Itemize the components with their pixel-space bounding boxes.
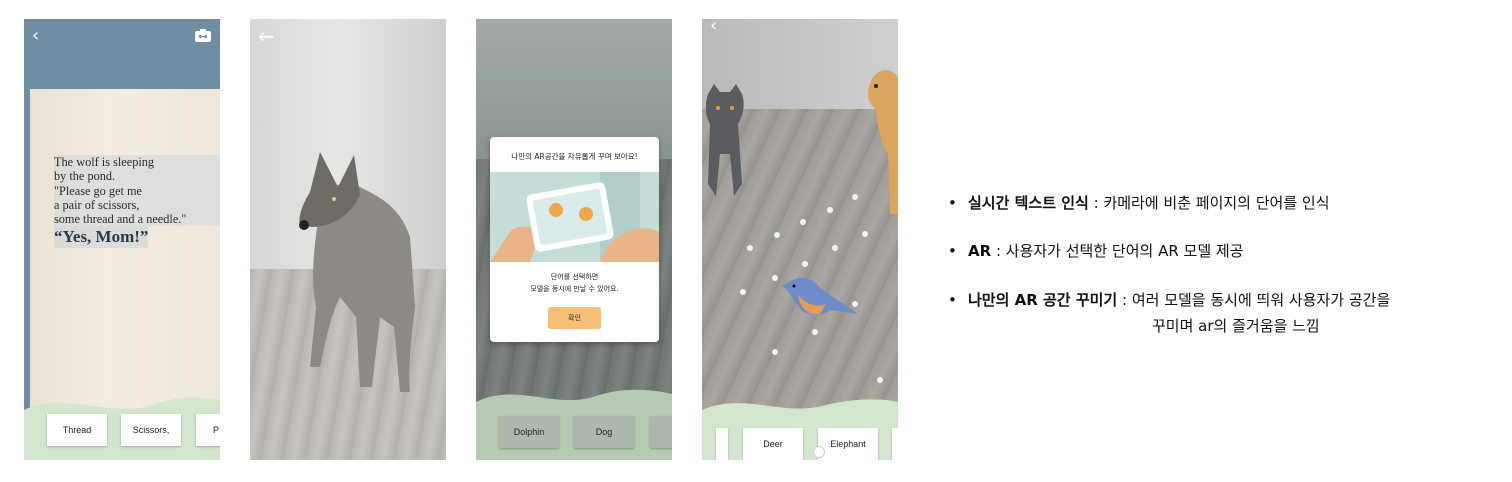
book-page	[30, 89, 220, 419]
book-highlight[interactable]: “Yes, Mom!”	[54, 226, 149, 249]
floor-marker	[877, 377, 883, 383]
word-chip[interactable]	[716, 428, 728, 460]
feature-title: 실시간 텍스트 인식	[968, 194, 1089, 212]
bullet: •	[948, 194, 957, 212]
modal-body-line: 모델을 동시에 만날 수 있어요.	[530, 285, 619, 293]
floor-marker	[852, 194, 858, 200]
book-line: "Please go get me	[54, 183, 220, 198]
wolf-model[interactable]	[290, 147, 430, 397]
feature-desc: : 카메라에 비춘 페이지의 단어를 인식	[1088, 194, 1330, 212]
feature-desc: : 사용자가 선택한 단어의 AR 모델 제공	[991, 242, 1244, 260]
floor-marker	[772, 275, 778, 281]
floor-marker	[774, 232, 780, 238]
dog-model[interactable]	[862, 64, 898, 214]
floor-marker	[852, 301, 858, 307]
word-chip[interactable]: Deer	[743, 428, 803, 460]
word-chip[interactable]	[650, 416, 672, 448]
word-chip[interactable]: Dolphin	[499, 416, 559, 448]
modal-body-line: 단어를 선택하면	[550, 273, 599, 281]
floor-marker	[862, 231, 868, 237]
floor-marker	[740, 289, 746, 295]
floor-marker	[772, 349, 778, 355]
word-chip[interactable]: Elephant	[818, 428, 878, 460]
recognized-text: The wolf is sleeping by the pond. "Pleas…	[54, 155, 220, 249]
feature-title: 나만의 AR 공간 꾸미기	[968, 291, 1118, 309]
modal-body: 단어를 선택하면 모델을 동시에 만날 수 있어요.	[490, 271, 659, 295]
word-chip[interactable]: Thread	[47, 414, 107, 446]
word-chip[interactable]: Scissors,	[121, 414, 181, 446]
floor-marker	[800, 219, 806, 225]
screen-decorate-intro: 나만의 AR공간을 자유롭게 꾸며 보아요! 단어를 선택하면 모델을 동시에 …	[476, 19, 672, 460]
feature-title: AR	[968, 242, 992, 260]
book-line: some thread and a needle."	[54, 212, 220, 227]
floor-marker	[802, 261, 808, 267]
word-chip[interactable]	[892, 428, 898, 460]
modal-illustration	[490, 172, 659, 262]
chevron-left-icon[interactable]: ‹	[710, 19, 717, 35]
book-line: The wolf is sleeping	[54, 155, 220, 170]
word-chip[interactable]: P	[196, 414, 220, 446]
cat-model[interactable]	[702, 84, 747, 199]
screen-ar-model: ←	[250, 19, 446, 460]
page-indicator	[813, 446, 825, 458]
book-line: by the pond.	[54, 169, 220, 184]
feature-item: • 실시간 텍스트 인식 : 카메라에 비춘 페이지의 단어를 인식	[948, 190, 1330, 216]
camera-flip-icon[interactable]	[194, 28, 212, 43]
word-chip[interactable]: Dog	[574, 416, 634, 448]
floor-marker	[812, 329, 818, 335]
floor-marker	[832, 245, 838, 251]
feature-desc: : 여러 모델을 동시에 띄워 사용자가 공간을	[1117, 291, 1391, 309]
confirm-button[interactable]: 확인	[548, 307, 601, 329]
feature-item: • AR : 사용자가 선택한 단어의 AR 모델 제공	[948, 238, 1244, 264]
floor-marker	[827, 207, 833, 213]
bird-model[interactable]	[780, 274, 862, 322]
bullet: •	[948, 242, 957, 260]
arrow-left-icon[interactable]: ←	[258, 26, 275, 46]
feature-desc-continued: 꾸미며 ar의 즐거움을 느낌	[1152, 317, 1320, 335]
modal-title: 나만의 AR공간을 자유롭게 꾸며 보아요!	[511, 152, 638, 161]
screen-ar-space: ‹ Deer Elephant	[702, 19, 898, 460]
intro-modal: 나만의 AR공간을 자유롭게 꾸며 보아요! 단어를 선택하면 모델을 동시에 …	[490, 137, 659, 342]
feature-item: • 나만의 AR 공간 꾸미기 : 여러 모델을 동시에 띄워 사용자가 공간을 …	[948, 287, 1488, 339]
screen-text-recognition: ‹ The wolf is sleeping by the pond. "Ple…	[24, 19, 220, 460]
chevron-left-icon[interactable]: ‹	[32, 27, 39, 45]
bullet: •	[948, 291, 957, 309]
floor-marker	[747, 245, 753, 251]
book-line: a pair of scissors,	[54, 197, 220, 213]
